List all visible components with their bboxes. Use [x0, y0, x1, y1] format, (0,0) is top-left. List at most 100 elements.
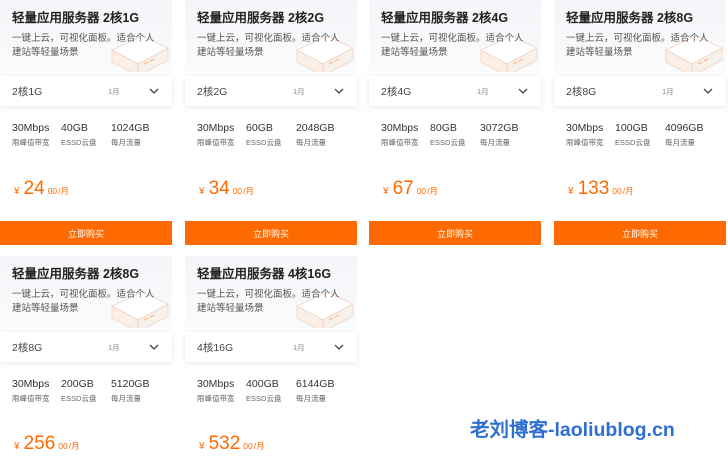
period-value: 1月: [293, 342, 305, 352]
spec-traffic: 2048GB 每月流量: [295, 122, 335, 147]
spec-disk: 200GB ESSD云盘: [61, 378, 97, 403]
period-value: 1月: [293, 86, 305, 96]
config-select[interactable]: 2核2G 1月: [185, 76, 357, 106]
config-select[interactable]: 2核8G 1月: [554, 76, 726, 106]
spec-traffic: 1024GB 每月流量: [110, 122, 150, 147]
period-value: 1月: [662, 86, 674, 96]
price: ¥ 67 00 /月: [383, 178, 438, 200]
config-value: 2核4G: [381, 85, 412, 98]
blog-watermark: 老刘博客-laoliublog.cn: [470, 419, 675, 441]
chevron-down-icon[interactable]: [517, 85, 529, 97]
card-description: 一键上云，可视化面板。适合个人建站等轻量场景: [381, 33, 524, 58]
spec-bandwidth: 30Mbps 限峰值带宽: [197, 378, 235, 403]
card-title: 轻量应用服务器 2核4G: [381, 11, 509, 25]
card-header: 轻量应用服务器 2核1G 一键上云，可视化面板。适合个人建站等轻量场景: [0, 0, 172, 72]
buy-now-button[interactable]: 立即购买: [0, 221, 172, 245]
price-integer: 532: [208, 433, 241, 454]
spec-bandwidth: 30Mbps 限峰值带宽: [381, 122, 419, 147]
config-select[interactable]: 2核4G 1月: [369, 76, 541, 106]
card-title: 轻量应用服务器 2核2G: [197, 11, 325, 25]
price-decimal: 00: [243, 441, 253, 451]
card-header: 轻量应用服务器 2核4G 一键上云，可视化面板。适合个人建站等轻量场景: [369, 0, 541, 72]
price-integer: 24: [23, 178, 45, 199]
spec-disk: 400GB ESSD云盘: [246, 378, 282, 403]
spec-disk: 40GB ESSD云盘: [61, 122, 97, 147]
price: ¥ 34 00 /月: [199, 178, 254, 200]
currency-symbol: ¥: [199, 186, 205, 197]
currency-symbol: ¥: [383, 186, 389, 197]
spec-list: 30Mbps 限峰值带宽 60GB ESSD云盘 2048GB 每月流量: [185, 122, 357, 149]
price-unit: /月: [68, 441, 80, 451]
card-title: 轻量应用服务器 2核1G: [12, 11, 140, 25]
price-decimal: 00: [416, 186, 427, 196]
config-value: 2核1G: [12, 85, 43, 98]
price-decimal: 00: [58, 441, 68, 451]
price-integer: 256: [23, 433, 56, 454]
spec-list: 30Mbps 限峰值带宽 400GB ESSD云盘 6144GB 每月流量: [185, 378, 357, 405]
price-integer: 133: [577, 178, 610, 199]
buy-now-button[interactable]: 立即购买: [554, 221, 726, 245]
price-unit: /月: [243, 186, 255, 196]
product-card: 轻量应用服务器 2核8G 一键上云，可视化面板。适合个人建站等轻量场景 2核8G…: [554, 0, 726, 245]
currency-symbol: ¥: [14, 186, 20, 197]
currency-symbol: ¥: [14, 441, 20, 452]
card-description: 一键上云，可视化面板。适合个人建站等轻量场景: [12, 33, 155, 58]
product-card: 轻量应用服务器 2核2G 一键上云，可视化面板。适合个人建站等轻量场景 2核2G…: [185, 0, 357, 245]
spec-list: 30Mbps 限峰值带宽 80GB ESSD云盘 3072GB 每月流量: [369, 122, 541, 149]
card-title: 轻量应用服务器 2核8G: [12, 267, 140, 281]
card-description: 一键上云，可视化面板。适合个人建站等轻量场景: [197, 33, 340, 58]
price: ¥ 256 00 /月: [14, 433, 80, 455]
config-value: 2核8G: [12, 341, 43, 354]
card-description: 一键上云，可视化面板。适合个人建站等轻量场景: [12, 289, 155, 314]
chevron-down-icon[interactable]: [333, 341, 345, 353]
chevron-down-icon[interactable]: [148, 85, 160, 97]
spec-disk: 80GB ESSD云盘: [430, 122, 466, 147]
spec-list: 30Mbps 限峰值带宽 40GB ESSD云盘 1024GB 每月流量: [0, 122, 172, 149]
price: ¥ 133 00 /月: [568, 178, 634, 200]
spec-list: 30Mbps 限峰值带宽 100GB ESSD云盘 4096GB 每月流量: [554, 122, 726, 149]
card-title: 轻量应用服务器 2核8G: [566, 11, 694, 25]
spec-traffic: 3072GB 每月流量: [479, 122, 519, 147]
chevron-down-icon[interactable]: [333, 85, 345, 97]
currency-symbol: ¥: [568, 186, 574, 197]
card-header: 轻量应用服务器 2核2G 一键上云，可视化面板。适合个人建站等轻量场景: [185, 0, 357, 72]
price-decimal: 00: [47, 186, 58, 196]
spec-bandwidth: 30Mbps 限峰值带宽: [197, 122, 235, 147]
price-integer: 67: [392, 178, 414, 199]
price: ¥ 24 00 /月: [14, 178, 69, 200]
card-header: 轻量应用服务器 4核16G 一键上云，可视化面板。适合个人建站等轻量场景: [185, 256, 357, 328]
chevron-down-icon[interactable]: [148, 341, 160, 353]
config-value: 4核16G: [197, 341, 234, 354]
config-select[interactable]: 2核8G 1月: [0, 332, 172, 362]
price: ¥ 532 00 /月: [199, 433, 265, 455]
product-card: 轻量应用服务器 2核4G 一键上云，可视化面板。适合个人建站等轻量场景 2核4G…: [369, 0, 541, 245]
config-value: 2核2G: [197, 85, 228, 98]
spec-disk: 60GB ESSD云盘: [246, 122, 282, 147]
product-card: 轻量应用服务器 2核8G 一键上云，可视化面板。适合个人建站等轻量场景 2核8G…: [0, 256, 172, 454]
spec-traffic: 4096GB 每月流量: [664, 122, 704, 147]
product-card: 轻量应用服务器 2核1G 一键上云，可视化面板。适合个人建站等轻量场景 2核1G…: [0, 0, 172, 245]
period-value: 1月: [477, 86, 489, 96]
card-header: 轻量应用服务器 2核8G 一键上云，可视化面板。适合个人建站等轻量场景: [554, 0, 726, 72]
config-select[interactable]: 2核1G 1月: [0, 76, 172, 106]
price-unit: /月: [622, 186, 634, 196]
spec-list: 30Mbps 限峰值带宽 200GB ESSD云盘 5120GB 每月流量: [0, 378, 172, 405]
price-decimal: 00: [612, 186, 622, 196]
price-decimal: 00: [232, 186, 243, 196]
spec-traffic: 6144GB 每月流量: [295, 378, 335, 403]
buy-now-button[interactable]: 立即购买: [369, 221, 541, 245]
currency-symbol: ¥: [199, 441, 205, 452]
card-header: 轻量应用服务器 2核8G 一键上云，可视化面板。适合个人建站等轻量场景: [0, 256, 172, 328]
spec-bandwidth: 30Mbps 限峰值带宽: [566, 122, 604, 147]
pricing-page: 轻量应用服务器 2核1G 一键上云，可视化面板。适合个人建站等轻量场景 2核1G…: [0, 0, 728, 461]
card-description: 一键上云，可视化面板。适合个人建站等轻量场景: [197, 289, 340, 314]
chevron-down-icon[interactable]: [702, 85, 714, 97]
config-select[interactable]: 4核16G 1月: [185, 332, 357, 362]
card-description: 一键上云，可视化面板。适合个人建站等轻量场景: [566, 33, 709, 58]
buy-now-button[interactable]: 立即购买: [185, 221, 357, 245]
price-unit: /月: [427, 186, 439, 196]
period-value: 1月: [108, 86, 120, 96]
spec-bandwidth: 30Mbps 限峰值带宽: [12, 122, 50, 147]
price-unit: /月: [58, 186, 70, 196]
spec-traffic: 5120GB 每月流量: [110, 378, 150, 403]
